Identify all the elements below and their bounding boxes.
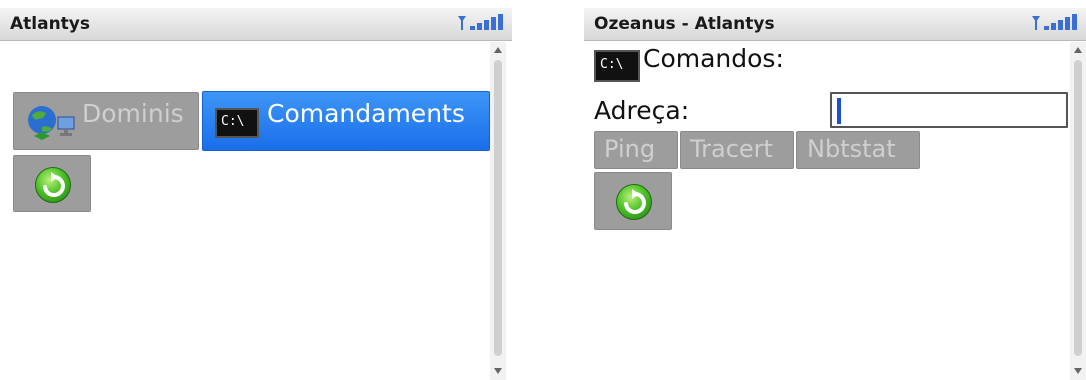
globe-network-icon bbox=[28, 106, 75, 140]
signal-strength-icon bbox=[458, 14, 503, 30]
command-prompt-icon: C:\ bbox=[594, 50, 640, 82]
right-screen: Ozeanus - Atlantys C:\ Comandos: Adreça:… bbox=[584, 0, 1086, 380]
ping-button[interactable]: Ping bbox=[594, 131, 678, 169]
vertical-scrollbar[interactable] bbox=[490, 42, 506, 380]
app-title: Ozeanus - Atlantys bbox=[594, 14, 775, 34]
app-title: Atlantys bbox=[10, 14, 91, 34]
domains-button-label: Dominis bbox=[82, 99, 184, 128]
scroll-down-icon[interactable] bbox=[1074, 368, 1082, 374]
address-label: Adreça: bbox=[594, 96, 690, 125]
screenshot-gap bbox=[512, 0, 584, 380]
ping-button-label: Ping bbox=[604, 135, 656, 163]
nbtstat-button[interactable]: Nbtstat bbox=[796, 131, 920, 169]
left-screen: Atlantys Dominis C:\ Comandaments bbox=[0, 0, 512, 380]
green-go-refresh-icon bbox=[35, 167, 71, 203]
scroll-thumb[interactable] bbox=[1074, 60, 1082, 356]
signal-strength-icon bbox=[1032, 14, 1077, 30]
commands-label: Comandos: bbox=[643, 44, 784, 73]
commands-button-label: Comandaments bbox=[267, 99, 465, 128]
commands-button[interactable]: C:\ Comandaments bbox=[202, 91, 490, 151]
tracert-button-label: Tracert bbox=[690, 135, 773, 163]
scroll-up-icon[interactable] bbox=[1074, 47, 1082, 53]
scroll-up-icon[interactable] bbox=[494, 47, 502, 53]
nbtstat-button-label: Nbtstat bbox=[807, 135, 896, 163]
go-button[interactable] bbox=[13, 155, 91, 212]
title-bar: Atlantys bbox=[0, 8, 512, 41]
green-go-refresh-icon bbox=[616, 184, 652, 220]
domains-button[interactable]: Dominis bbox=[13, 92, 199, 150]
scroll-thumb[interactable] bbox=[494, 60, 502, 356]
address-input[interactable] bbox=[830, 92, 1068, 128]
command-prompt-icon: C:\ bbox=[215, 108, 259, 138]
text-caret bbox=[837, 98, 841, 124]
title-bar: Ozeanus - Atlantys bbox=[584, 8, 1086, 41]
tracert-button[interactable]: Tracert bbox=[680, 131, 794, 169]
vertical-scrollbar[interactable] bbox=[1070, 42, 1086, 380]
scroll-down-icon[interactable] bbox=[494, 368, 502, 374]
go-button[interactable] bbox=[594, 172, 672, 230]
